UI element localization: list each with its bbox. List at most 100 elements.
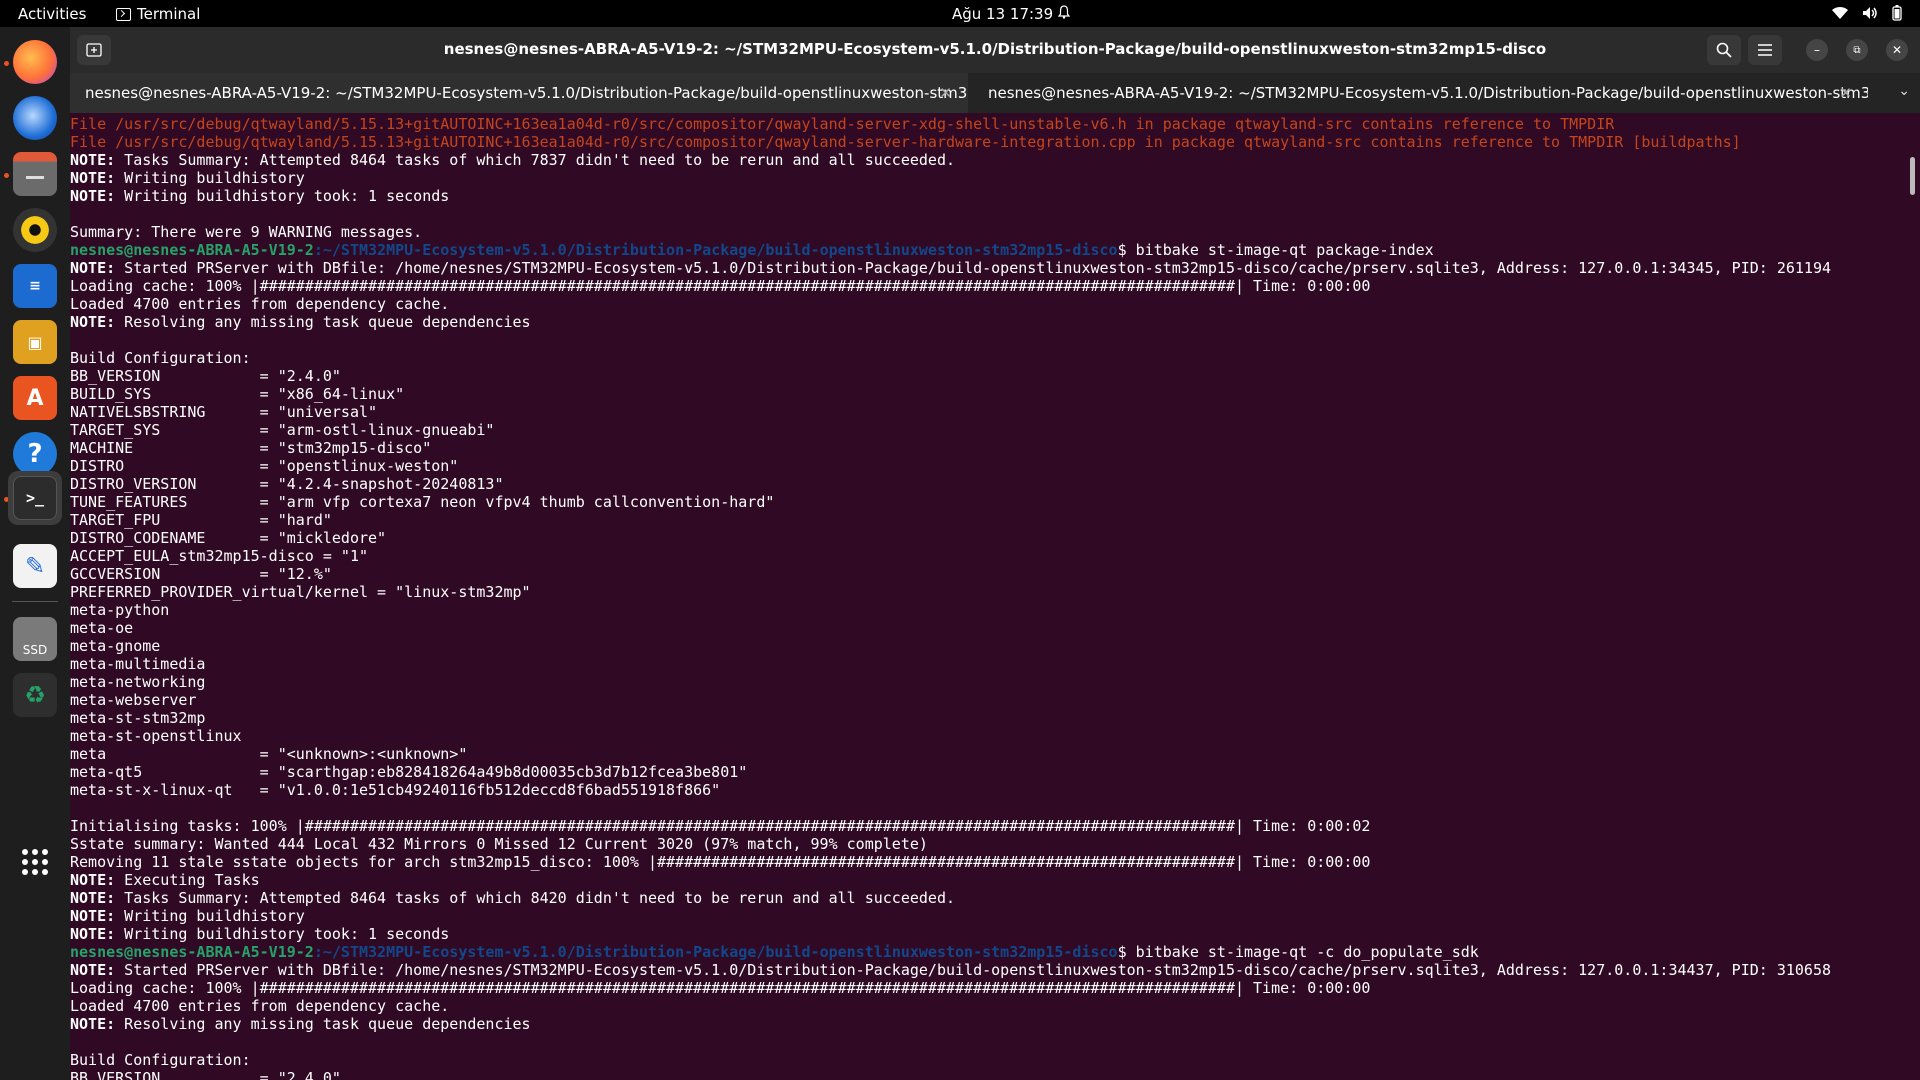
terminal-line: TARGET_FPU = "hard" xyxy=(70,511,1831,529)
terminal-line: meta-multimedia xyxy=(70,655,1831,673)
dock-text-editor[interactable]: ✎ xyxy=(8,539,62,593)
terminal-line: BUILD_SYS = "x86_64-linux" xyxy=(70,385,1831,403)
tab-label: nesnes@nesnes-ABRA-A5-V19-2: ~/STM32MPU-… xyxy=(988,84,1868,102)
terminal-line: meta-st-stm32mp xyxy=(70,709,1831,727)
terminal-line: nesnes@nesnes-ABRA-A5-V19-2:~/STM32MPU-E… xyxy=(70,943,1831,961)
line-text: GCCVERSION = "12.%" xyxy=(70,565,332,583)
line-text: meta-networking xyxy=(70,673,206,691)
terminal-line: File /usr/src/debug/qtwayland/5.15.13+gi… xyxy=(70,115,1831,133)
line-text: meta-qt5 = "scarthgap:eb828418264a49b8d0… xyxy=(70,763,748,781)
line-text: Loading cache: 100% |###################… xyxy=(70,277,1371,295)
prompt-path: :~/STM32MPU-Ecosystem-v5.1.0/Distributio… xyxy=(313,241,1118,259)
terminal-icon: >_ xyxy=(13,476,57,520)
terminal-line: NOTE: Writing buildhistory took: 1 secon… xyxy=(70,925,1831,943)
tab-1[interactable]: nesnes@nesnes-ABRA-A5-V19-2: ~/STM32MPU-… xyxy=(70,73,968,113)
line-text: BB_VERSION = "2.4.0" xyxy=(70,367,341,385)
line-text: Tasks Summary: Attempted 8464 tasks of w… xyxy=(115,889,956,907)
line-text: meta-gnome xyxy=(70,637,161,655)
rhythmbox-icon xyxy=(13,208,57,252)
activities-button[interactable]: Activities xyxy=(18,5,86,23)
dock-terminal[interactable]: >_ xyxy=(8,471,62,525)
firefox-icon xyxy=(13,40,57,84)
line-text: Build Configuration: xyxy=(70,349,251,367)
line-text: Initialising tasks: 100% |##############… xyxy=(70,817,1371,835)
terminal-line: NATIVELSBSTRING = "universal" xyxy=(70,403,1831,421)
terminal-line: DISTRO = "openstlinux-weston" xyxy=(70,457,1831,475)
line-text: File /usr/src/debug/qtwayland/5.15.13+gi… xyxy=(70,115,1615,133)
line-text: TUNE_FEATURES = "arm vfp cortexa7 neon v… xyxy=(70,493,775,511)
terminal-line: TUNE_FEATURES = "arm vfp cortexa7 neon v… xyxy=(70,493,1831,511)
battery-icon xyxy=(1892,5,1902,21)
line-text: Resolving any missing task queue depende… xyxy=(115,313,531,331)
menu-button[interactable] xyxy=(1748,35,1782,65)
note-label: NOTE: xyxy=(70,1015,116,1033)
terminal-line: NOTE: Resolving any missing task queue d… xyxy=(70,1015,1831,1033)
tab-close-icon[interactable]: ✕ xyxy=(939,84,952,102)
clock[interactable]: Ağu 13 17:39 xyxy=(952,5,1053,23)
dock-impress[interactable]: ▣ xyxy=(8,315,62,369)
line-text: meta-st-openstlinux xyxy=(70,727,242,745)
terminal-icon xyxy=(116,7,131,21)
show-applications-button[interactable] xyxy=(8,835,62,889)
terminal-line: NOTE: Executing Tasks xyxy=(70,871,1831,889)
terminal-line: BB_VERSION = "2.4.0" xyxy=(70,367,1831,385)
line-text: NATIVELSBSTRING = "universal" xyxy=(70,403,378,421)
search-button[interactable] xyxy=(1707,35,1741,65)
line-text: BUILD_SYS = "x86_64-linux" xyxy=(70,385,405,403)
line-text: Removing 11 stale sstate objects for arc… xyxy=(70,853,1371,871)
line-text: $ bitbake st-image-qt package-index xyxy=(1117,241,1434,259)
line-text: Sstate summary: Wanted 444 Local 432 Mir… xyxy=(70,835,928,853)
line-text: Build Configuration: xyxy=(70,1051,251,1069)
title-bar[interactable]: nesnes@nesnes-ABRA-A5-V19-2: ~/STM32MPU-… xyxy=(70,27,1920,73)
volume-icon xyxy=(1863,7,1877,19)
system-tray[interactable] xyxy=(1832,5,1902,21)
line-text: Loaded 4700 entries from dependency cach… xyxy=(70,295,450,313)
dock-files[interactable] xyxy=(8,147,62,201)
terminal-line: Build Configuration: xyxy=(70,349,1831,367)
terminal-line: nesnes@nesnes-ABRA-A5-V19-2:~/STM32MPU-E… xyxy=(70,241,1831,259)
note-label: NOTE: xyxy=(70,925,116,943)
scrollbar[interactable] xyxy=(1910,157,1915,195)
terminal-output[interactable]: File /usr/src/debug/qtwayland/5.15.13+gi… xyxy=(70,113,1920,1080)
impress-icon: ▣ xyxy=(13,320,57,364)
line-text: TARGET_SYS = "arm-ostl-linux-gnueabi" xyxy=(70,421,495,439)
dock-trash[interactable]: ♻ xyxy=(8,668,62,722)
note-label: NOTE: xyxy=(70,313,116,331)
app-menu[interactable]: Terminal xyxy=(116,5,200,23)
close-window-button[interactable]: ✕ xyxy=(1886,39,1908,61)
files-icon xyxy=(13,152,57,196)
tab-2[interactable]: nesnes@nesnes-ABRA-A5-V19-2: ~/STM32MPU-… xyxy=(968,73,1868,113)
line-text: meta-multimedia xyxy=(70,655,206,673)
minimize-button[interactable]: – xyxy=(1806,39,1828,61)
line-text: meta = "<unknown>:<unknown>" xyxy=(70,745,468,763)
dock-writer[interactable]: ≡ xyxy=(8,259,62,313)
dock: ≡ ▣ A ? >_ ✎ SSD ♻ xyxy=(0,27,70,1080)
line-text: TARGET_FPU = "hard" xyxy=(70,511,332,529)
app-grid-icon xyxy=(22,849,48,875)
terminal-line: meta-qt5 = "scarthgap:eb828418264a49b8d0… xyxy=(70,763,1831,781)
line-text: Writing buildhistory took: 1 seconds xyxy=(115,187,450,205)
prompt-path: :~/STM32MPU-Ecosystem-v5.1.0/Distributio… xyxy=(313,943,1118,961)
dock-ssd-drive[interactable]: SSD xyxy=(8,612,62,666)
terminal-line: Initialising tasks: 100% |##############… xyxy=(70,817,1831,835)
tab-close-icon[interactable]: ✕ xyxy=(1839,84,1852,102)
terminal-line: NOTE: Writing buildhistory took: 1 secon… xyxy=(70,187,1831,205)
dock-firefox[interactable] xyxy=(8,35,62,89)
tabs-dropdown-icon[interactable]: ⌄ xyxy=(1898,83,1910,99)
line-text: Started PRServer with DBfile: /home/nesn… xyxy=(115,259,1832,277)
dock-thunderbird[interactable] xyxy=(8,91,62,145)
terminal-line: meta-webserver xyxy=(70,691,1831,709)
close-icon: ✕ xyxy=(1891,43,1903,57)
maximize-button[interactable]: ⧉ xyxy=(1846,39,1868,61)
terminal-line: Loading cache: 100% |###################… xyxy=(70,277,1831,295)
note-label: NOTE: xyxy=(70,871,116,889)
terminal-line: Loaded 4700 entries from dependency cach… xyxy=(70,295,1831,313)
terminal-line: File /usr/src/debug/qtwayland/5.15.13+gi… xyxy=(70,133,1831,151)
window-title: nesnes@nesnes-ABRA-A5-V19-2: ~/STM32MPU-… xyxy=(443,40,1547,58)
dock-app-center[interactable]: A xyxy=(8,371,62,425)
line-text: Tasks Summary: Attempted 8464 tasks of w… xyxy=(115,151,956,169)
dock-rhythmbox[interactable] xyxy=(8,203,62,257)
